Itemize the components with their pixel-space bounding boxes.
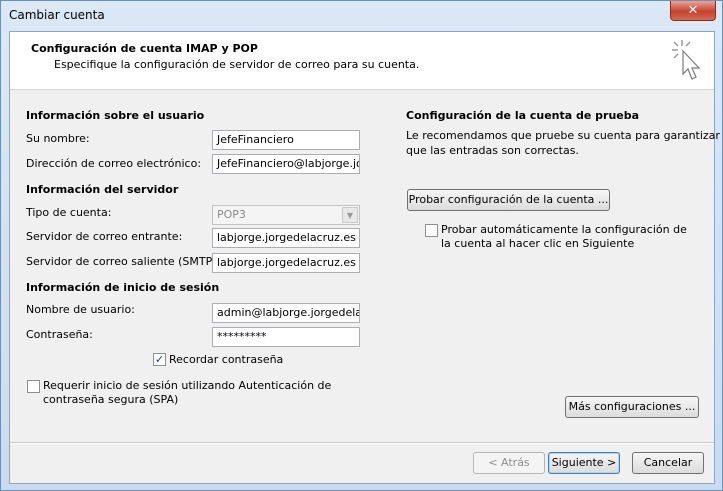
test-account-settings-button[interactable]: Probar configuración de la cuenta ... (407, 189, 610, 211)
password-label: Contraseña: (26, 328, 93, 341)
server-info-section-title: Información del servidor (26, 183, 179, 196)
email-input[interactable]: JefeFinanciero@labjorge.jorgedelacruz.es (212, 154, 360, 174)
window-title: Cambiar cuenta (9, 8, 105, 22)
dialog-window: Cambiar cuenta ✕ Configuración de cuenta… (0, 0, 723, 491)
login-info-section-title: Información de inicio de sesión (26, 281, 220, 294)
auto-test-checkbox[interactable] (425, 224, 438, 237)
close-button[interactable]: ✕ (670, 1, 716, 21)
name-label: Su nombre: (26, 132, 90, 145)
name-input[interactable]: JefeFinanciero (212, 130, 360, 150)
account-type-value: POP3 (217, 208, 246, 221)
cancel-button[interactable]: Cancelar (632, 452, 704, 474)
back-button[interactable]: < Atrás (473, 452, 545, 474)
incoming-server-input[interactable]: labjorge.jorgedelacruz.es (212, 228, 360, 248)
password-input[interactable]: ********* (212, 327, 360, 347)
remember-password-checkbox[interactable]: ✓ (153, 353, 166, 366)
outgoing-server-input[interactable]: labjorge.jorgedelacruz.es (212, 253, 360, 273)
user-info-section-title: Información sobre el usuario (26, 109, 205, 122)
more-settings-button[interactable]: Más configuraciones ... (565, 396, 699, 418)
test-section-title: Configuración de la cuenta de prueba (406, 109, 640, 122)
wizard-header: Configuración de cuenta IMAP y POP Espec… (10, 32, 714, 90)
account-type-select[interactable]: POP3 ▼ (212, 205, 360, 225)
spa-label-line1[interactable]: Requerir inicio de sesión utilizando Aut… (43, 379, 331, 392)
outgoing-server-label: Servidor de correo saliente (SMTP): (26, 255, 221, 268)
footer-divider (10, 442, 714, 444)
checkmark-icon: ✓ (154, 353, 165, 366)
incoming-server-label: Servidor de correo entrante: (26, 230, 183, 243)
next-button[interactable]: Siguiente > (548, 452, 620, 474)
username-label: Nombre de usuario: (26, 303, 135, 316)
header-title: Configuración de cuenta IMAP y POP (31, 42, 258, 55)
chevron-down-icon: ▼ (342, 207, 358, 223)
email-label: Dirección de correo electrónico: (26, 157, 202, 170)
header-subtitle: Especifique la configuración de servidor… (54, 58, 420, 71)
test-description-line1: Le recomendamos que pruebe su cuenta par… (406, 129, 720, 142)
spa-checkbox[interactable] (27, 380, 40, 393)
dialog-body: Configuración de cuenta IMAP y POP Espec… (9, 31, 720, 484)
cursor-click-icon (672, 40, 701, 80)
title-bar: Cambiar cuenta ✕ (1, 1, 722, 30)
test-description-line2: que las entradas son correctas. (406, 144, 579, 157)
close-icon: ✕ (687, 3, 699, 18)
username-input[interactable]: admin@labjorge.jorgedelacruz.es (212, 303, 360, 323)
account-type-label: Tipo de cuenta: (26, 206, 112, 219)
spa-label-line2[interactable]: contraseña segura (SPA) (43, 393, 178, 406)
auto-test-label-line1[interactable]: Probar automáticamente la configuración … (441, 223, 687, 236)
auto-test-label-line2[interactable]: la cuenta al hacer clic en Siguiente (441, 237, 634, 250)
remember-password-label[interactable]: Recordar contraseña (169, 353, 283, 366)
